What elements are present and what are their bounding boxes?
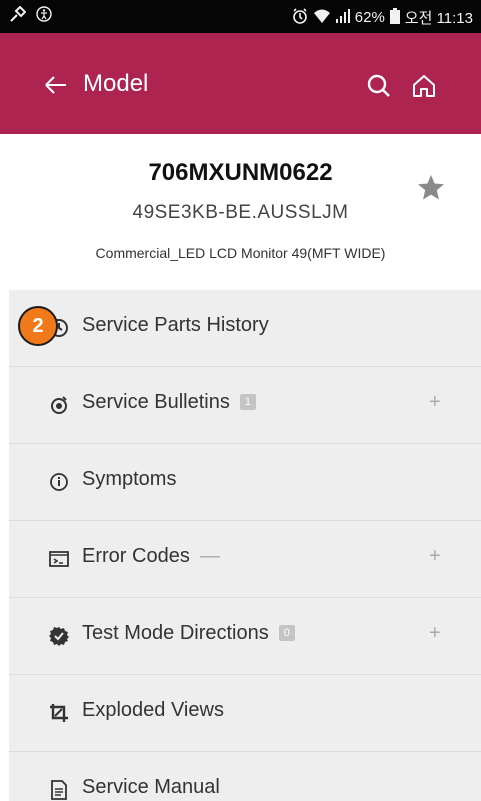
menu-item-service-bulletins[interactable]: Service Bulletins 1 +	[9, 367, 481, 444]
menu-item-text: Test Mode Directions	[82, 622, 269, 644]
model-code: 706MXUNM0622	[148, 159, 333, 186]
battery-icon	[389, 7, 400, 28]
clock-label: 오전 11:13	[404, 10, 473, 27]
back-arrow-icon[interactable]	[40, 73, 68, 97]
document-icon	[49, 780, 69, 800]
page-title: Model	[83, 70, 149, 97]
info-icon	[49, 472, 69, 492]
terminal-icon	[49, 549, 69, 569]
count-badge: 1	[239, 394, 256, 410]
wifi-icon	[313, 8, 331, 28]
link-icon	[10, 5, 27, 27]
menu-item-exploded-views[interactable]: Exploded Views	[9, 675, 481, 752]
menu-item-label: Service Manual	[82, 776, 220, 798]
dash-separator: —	[199, 545, 220, 567]
signal-icon	[335, 8, 350, 28]
menu-item-label: Exploded Views	[82, 699, 224, 721]
step-number-badge: 2	[18, 306, 58, 346]
battery-percent: 62%	[354, 9, 385, 26]
expand-plus-icon[interactable]: +	[429, 622, 441, 645]
crop-icon	[49, 703, 69, 723]
expand-plus-icon[interactable]: +	[429, 391, 441, 414]
model-name: 49SE3KB-BE.AUSSLJM	[132, 202, 349, 223]
gear-check-icon	[49, 626, 69, 646]
star-favorite-icon[interactable]	[417, 174, 445, 200]
expand-plus-icon[interactable]: +	[429, 545, 441, 568]
service-menu: Service Parts History Service Bulletins 1…	[9, 290, 481, 801]
status-bar: 62% 오전 11:13	[0, 0, 481, 33]
menu-item-label: Service Bulletins 1	[82, 391, 256, 414]
menu-item-label: Error Codes —	[82, 545, 220, 568]
accessibility-icon	[36, 6, 52, 27]
model-header: 706MXUNM0622 49SE3KB-BE.AUSSLJM Commerci…	[0, 134, 481, 288]
menu-item-error-codes[interactable]: Error Codes — +	[9, 521, 481, 598]
home-icon[interactable]	[411, 73, 437, 99]
menu-item-symptoms[interactable]: Symptoms	[9, 444, 481, 521]
app-bar: Model	[0, 33, 481, 134]
alarm-icon	[292, 7, 308, 28]
menu-item-label: Service Parts History	[82, 314, 269, 336]
menu-item-text: Error Codes	[82, 545, 190, 567]
search-icon[interactable]	[367, 74, 391, 98]
menu-item-label: Symptoms	[82, 468, 177, 490]
bulletin-icon	[49, 395, 69, 415]
menu-item-test-mode-directions[interactable]: Test Mode Directions 0 +	[9, 598, 481, 675]
count-badge: 0	[278, 625, 295, 641]
menu-item-label: Test Mode Directions 0	[82, 622, 295, 645]
menu-item-service-manual[interactable]: Service Manual	[9, 752, 481, 801]
menu-item-service-parts-history[interactable]: Service Parts History	[9, 290, 481, 367]
model-description: Commercial_LED LCD Monitor 49(MFT WIDE)	[95, 245, 386, 261]
menu-item-text: Service Bulletins	[82, 391, 230, 413]
